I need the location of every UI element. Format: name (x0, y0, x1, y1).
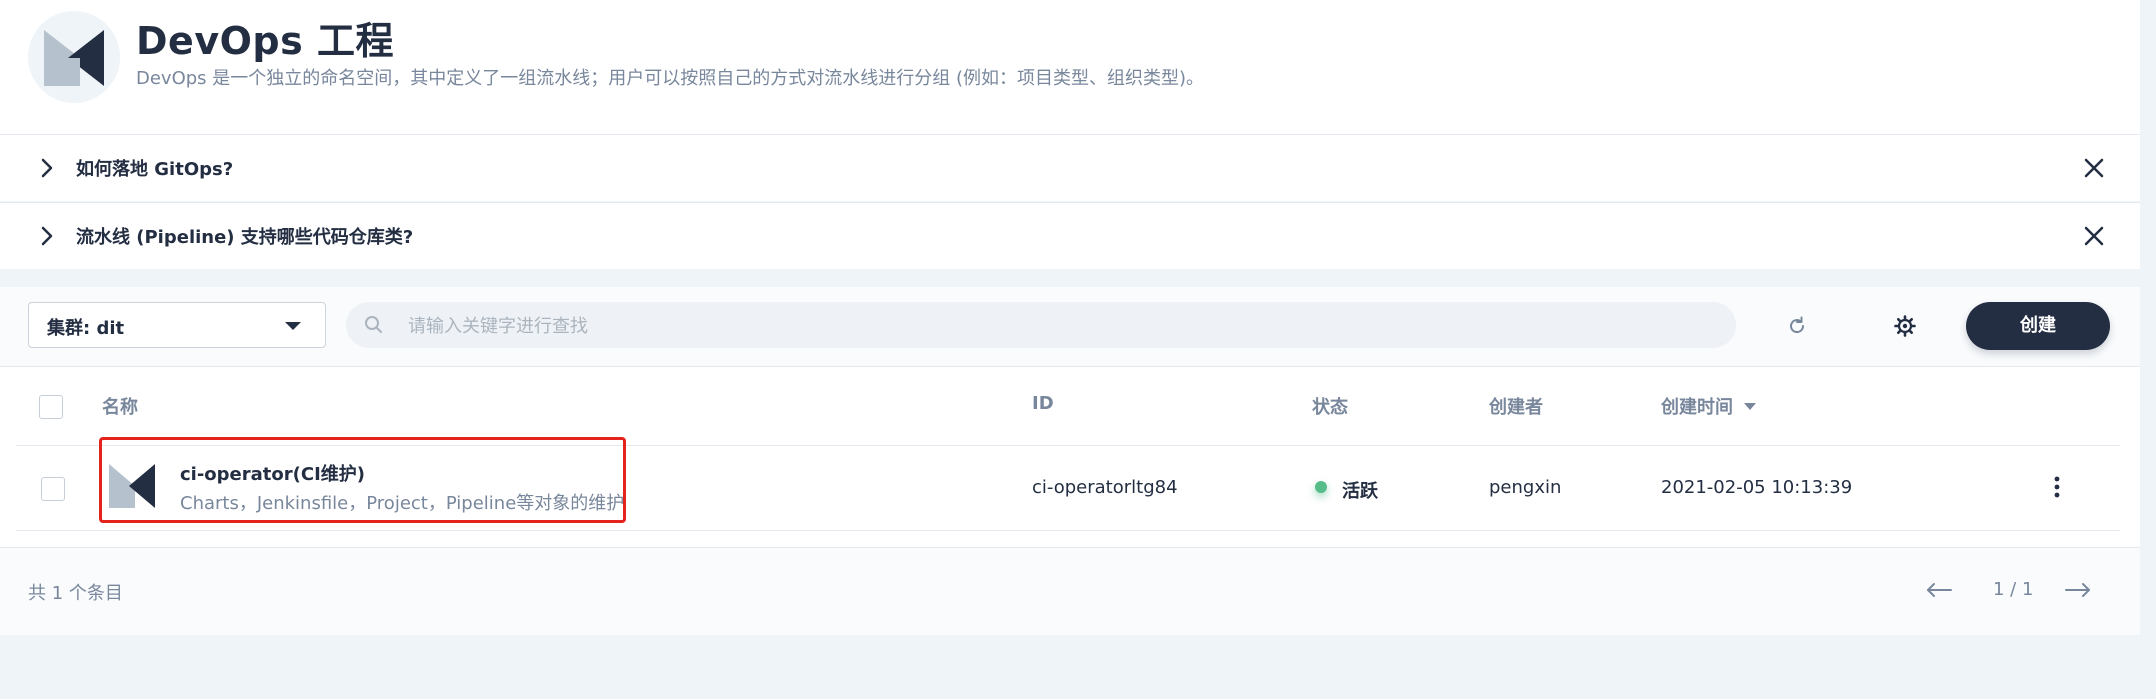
project-description: Charts，Jenkinsfile，Project，Pipeline等对象的维… (180, 493, 625, 514)
close-icon[interactable] (2083, 225, 2105, 247)
column-header-creator[interactable]: 创建者 (1489, 393, 1543, 419)
column-header-status[interactable]: 状态 (1312, 393, 1348, 419)
arrow-left-icon[interactable] (1925, 582, 1953, 598)
sort-desc-icon[interactable] (1743, 402, 1757, 412)
devops-project-list: 集群: dit 创建 名称 (0, 287, 2140, 635)
search-box[interactable] (346, 302, 1736, 350)
project-name-link[interactable]: ci-operator(CI维护) (180, 460, 365, 486)
chevron-right-icon (41, 226, 53, 246)
arrow-right-icon[interactable] (2064, 582, 2092, 598)
total-count: 共 1 个条目 (28, 583, 123, 604)
table-header: 名称 ID 状态 创建者 创建时间 (16, 367, 2120, 446)
toolbar: 集群: dit 创建 (0, 287, 2140, 367)
select-all-checkbox[interactable] (39, 395, 63, 419)
page-title: DevOps 工程 (136, 19, 394, 63)
close-icon[interactable] (2083, 157, 2105, 179)
row-checkbox[interactable] (41, 477, 65, 501)
page-indicator: 1 / 1 (1993, 579, 2034, 600)
devops-logo (28, 11, 120, 103)
table-row[interactable]: ci-operator(CI维护) Charts，Jenkinsfile，Pro… (16, 437, 2120, 531)
faq-item-pipeline-repos[interactable]: 流水线 (Pipeline) 支持哪些代码仓库类? (0, 202, 2140, 269)
faq-item-label: 流水线 (Pipeline) 支持哪些代码仓库类? (76, 227, 414, 248)
page-header: DevOps 工程 DevOps 是一个独立的命名空间，其中定义了一组流水线；用… (0, 0, 2140, 134)
devops-logo-icon (44, 30, 104, 86)
status-dot (1315, 481, 1327, 493)
created-at: 2021-02-05 10:13:39 (1661, 477, 1853, 498)
page-description: DevOps 是一个独立的命名空间，其中定义了一组流水线；用户可以按照自己的方式… (136, 68, 1205, 89)
column-header-id[interactable]: ID (1032, 393, 1054, 414)
creator: pengxin (1489, 477, 1562, 498)
caret-down-icon (285, 322, 301, 330)
refresh-icon[interactable] (1786, 315, 1808, 337)
column-header-name[interactable]: 名称 (102, 393, 138, 419)
more-vertical-icon[interactable] (2053, 476, 2061, 498)
cluster-select-value: 集群: dit (47, 318, 125, 339)
search-icon (365, 316, 382, 333)
search-input[interactable] (406, 302, 1710, 350)
cluster-select[interactable]: 集群: dit (28, 302, 326, 348)
faq-item-label: 如何落地 GitOps? (76, 159, 234, 180)
create-button[interactable]: 创建 (1966, 302, 2110, 350)
pagination-bar: 共 1 个条目 1 / 1 (0, 547, 2140, 635)
column-header-created-at[interactable]: 创建时间 (1661, 393, 1733, 419)
status-label: 活跃 (1342, 481, 1378, 502)
chevron-right-icon (41, 158, 53, 178)
faq-item-gitops[interactable]: 如何落地 GitOps? (0, 134, 2140, 201)
gear-icon[interactable] (1893, 314, 1917, 338)
project-id: ci-operatorltg84 (1032, 477, 1178, 498)
